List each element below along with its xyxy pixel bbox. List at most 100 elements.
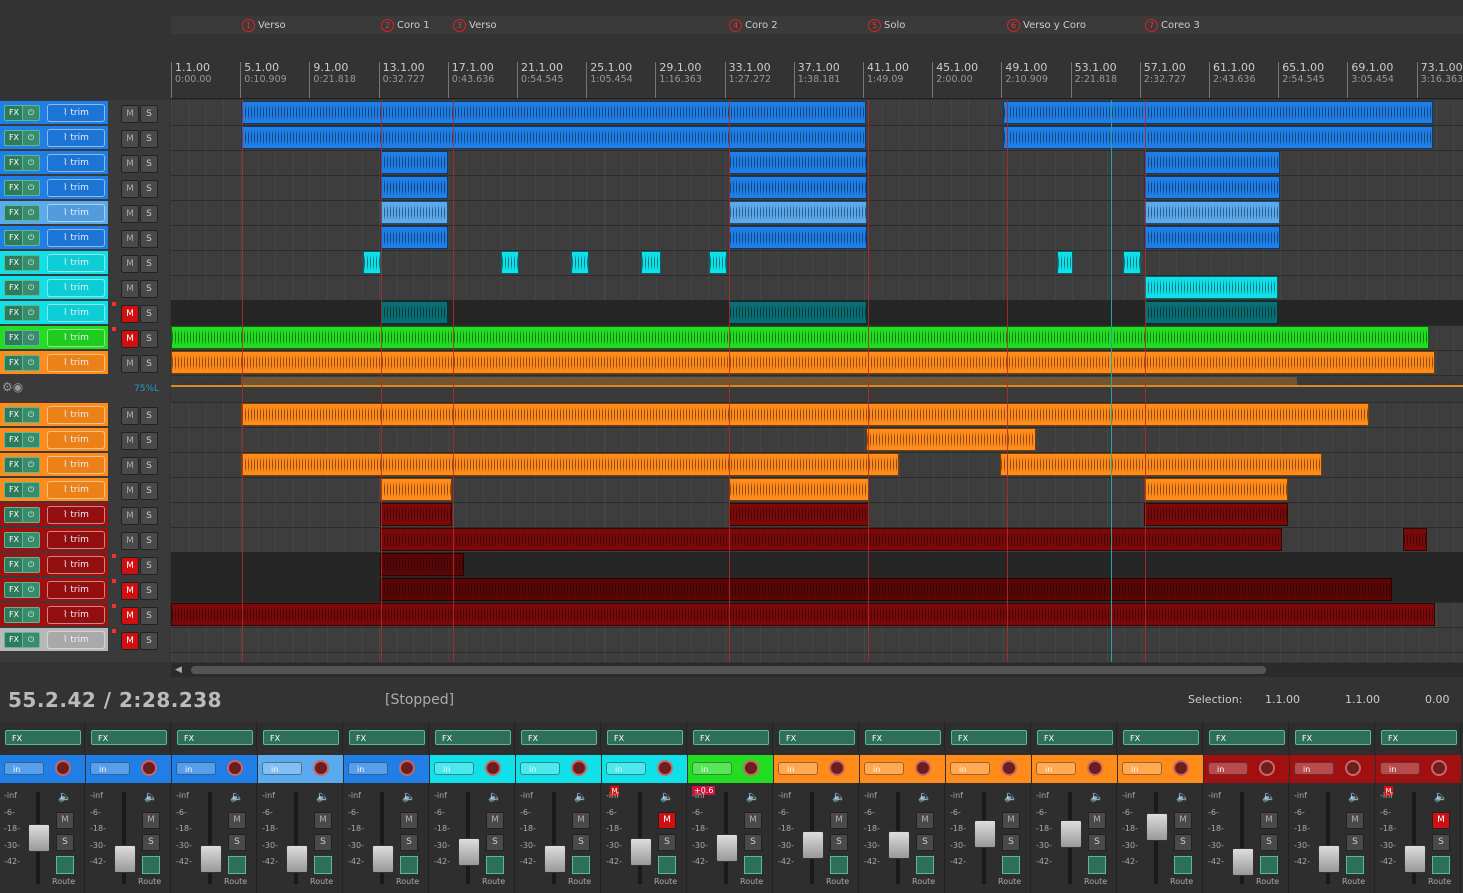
solo-button[interactable]: S (140, 557, 158, 575)
mixer-fx-button[interactable]: FX (349, 730, 425, 745)
mixer-fx-button[interactable]: FX (435, 730, 511, 745)
fader-cap[interactable] (286, 844, 308, 873)
media-item[interactable] (241, 403, 1369, 426)
route-button[interactable]: Route (998, 877, 1021, 886)
speaker-icon[interactable]: 🔈 (402, 790, 416, 803)
media-item[interactable] (380, 478, 452, 501)
pan-knob[interactable] (1173, 760, 1189, 776)
route-icon[interactable] (400, 856, 418, 874)
track-header[interactable]: FX ⏻ ⌇ trim M S (0, 150, 170, 175)
fader-cap[interactable] (1232, 848, 1254, 876)
media-item[interactable] (1144, 276, 1278, 299)
mute-button[interactable]: M (121, 582, 139, 600)
input-button[interactable]: in (434, 762, 474, 775)
pan-knob[interactable] (227, 760, 243, 776)
speaker-icon[interactable]: 🔈 (316, 790, 330, 803)
mute-button[interactable]: M (486, 812, 504, 829)
media-item[interactable] (380, 151, 448, 174)
fx-button[interactable]: FX (4, 330, 24, 346)
trim-button[interactable]: ⌇ trim (47, 431, 105, 449)
solo-button[interactable]: S (140, 355, 158, 373)
input-button[interactable]: in (950, 762, 990, 775)
solo-button[interactable]: S (1088, 834, 1106, 851)
marker-4[interactable]: 4 Coro 2 (729, 18, 778, 32)
track-lane[interactable] (171, 350, 1463, 376)
trim-button[interactable]: ⌇ trim (47, 329, 105, 347)
power-icon[interactable]: ⏻ (22, 507, 40, 523)
route-button[interactable]: Route (138, 877, 161, 886)
track-header[interactable]: FX ⏻ ⌇ trim M S (0, 300, 170, 325)
mute-button[interactable]: M (121, 407, 139, 425)
track-header[interactable]: FX ⏻ ⌇ trim M S (0, 577, 170, 602)
route-icon[interactable] (56, 856, 74, 874)
trim-button[interactable]: ⌇ trim (47, 254, 105, 272)
track-lane[interactable] (171, 427, 1463, 453)
input-button[interactable]: in (520, 762, 560, 775)
route-button[interactable]: Route (1256, 877, 1279, 886)
speaker-icon[interactable]: 🔈 (144, 790, 158, 803)
power-icon[interactable]: ⏻ (22, 180, 40, 196)
power-icon[interactable]: ⏻ (22, 482, 40, 498)
input-button[interactable]: in (1294, 762, 1334, 775)
speaker-icon[interactable]: 🔈 (918, 790, 932, 803)
track-lane[interactable] (171, 602, 1463, 628)
media-item[interactable] (866, 428, 1036, 451)
mixer-fx-button[interactable]: FX (1037, 730, 1113, 745)
solo-button[interactable]: S (140, 255, 158, 273)
track-lane[interactable] (171, 477, 1463, 503)
trim-button[interactable]: ⌇ trim (47, 506, 105, 524)
power-icon[interactable]: ⏻ (22, 607, 40, 623)
mixer-fx-button[interactable]: FX (865, 730, 941, 745)
fader-cap[interactable] (114, 844, 136, 873)
power-icon[interactable]: ⏻ (22, 582, 40, 598)
media-item[interactable] (241, 126, 866, 149)
fx-button[interactable]: FX (4, 507, 24, 523)
mute-button[interactable]: M (121, 632, 139, 650)
mute-button[interactable]: M (1088, 812, 1106, 829)
solo-button[interactable]: S (1002, 834, 1020, 851)
track-header[interactable]: FX ⏻ ⌇ trim M S (0, 502, 170, 527)
media-item[interactable] (380, 176, 448, 199)
media-item[interactable] (171, 351, 1435, 374)
trim-button[interactable]: ⌇ trim (47, 556, 105, 574)
solo-button[interactable]: S (140, 155, 158, 173)
power-icon[interactable]: ⏻ (22, 155, 40, 171)
media-item[interactable] (171, 326, 1429, 349)
solo-button[interactable]: S (140, 532, 158, 550)
track-header[interactable]: FX ⏻ ⌇ trim M S (0, 275, 170, 300)
media-item[interactable] (1144, 478, 1288, 501)
mute-button[interactable]: M (121, 507, 139, 525)
media-item[interactable] (1403, 528, 1427, 551)
power-icon[interactable]: ⏻ (22, 105, 40, 121)
mute-button[interactable]: M (142, 812, 160, 829)
media-item[interactable] (729, 226, 867, 249)
input-button[interactable]: in (692, 762, 732, 775)
fader-cap[interactable] (1318, 844, 1340, 873)
fx-button[interactable]: FX (4, 230, 24, 246)
route-icon[interactable] (916, 856, 934, 874)
fader-cap[interactable] (372, 844, 394, 873)
power-icon[interactable]: ⏻ (22, 255, 40, 271)
media-item[interactable] (729, 478, 869, 501)
fader-cap[interactable] (200, 844, 222, 873)
mute-button[interactable]: M (121, 432, 139, 450)
pan-knob[interactable] (55, 760, 71, 776)
speaker-icon[interactable]: 🔈 (230, 790, 244, 803)
route-icon[interactable] (314, 856, 332, 874)
media-item[interactable] (380, 226, 448, 249)
mute-button[interactable]: M (121, 280, 139, 298)
pan-knob[interactable] (1259, 760, 1275, 776)
fx-button[interactable]: FX (4, 180, 24, 196)
mute-button[interactable]: M (121, 532, 139, 550)
speaker-icon[interactable]: 🔈 (660, 790, 674, 803)
mute-button[interactable]: M (1002, 812, 1020, 829)
mute-button[interactable]: M (121, 230, 139, 248)
marker-5[interactable]: 5 Solo (868, 18, 905, 32)
route-button[interactable]: Route (224, 877, 247, 886)
route-icon[interactable] (1260, 856, 1278, 874)
route-button[interactable]: Route (1428, 877, 1451, 886)
track-header[interactable]: FX ⏻ ⌇ trim M S (0, 100, 170, 125)
media-item[interactable] (1144, 176, 1280, 199)
power-icon[interactable]: ⏻ (22, 632, 40, 648)
horizontal-scrollbar[interactable]: ◀ (171, 663, 1463, 677)
